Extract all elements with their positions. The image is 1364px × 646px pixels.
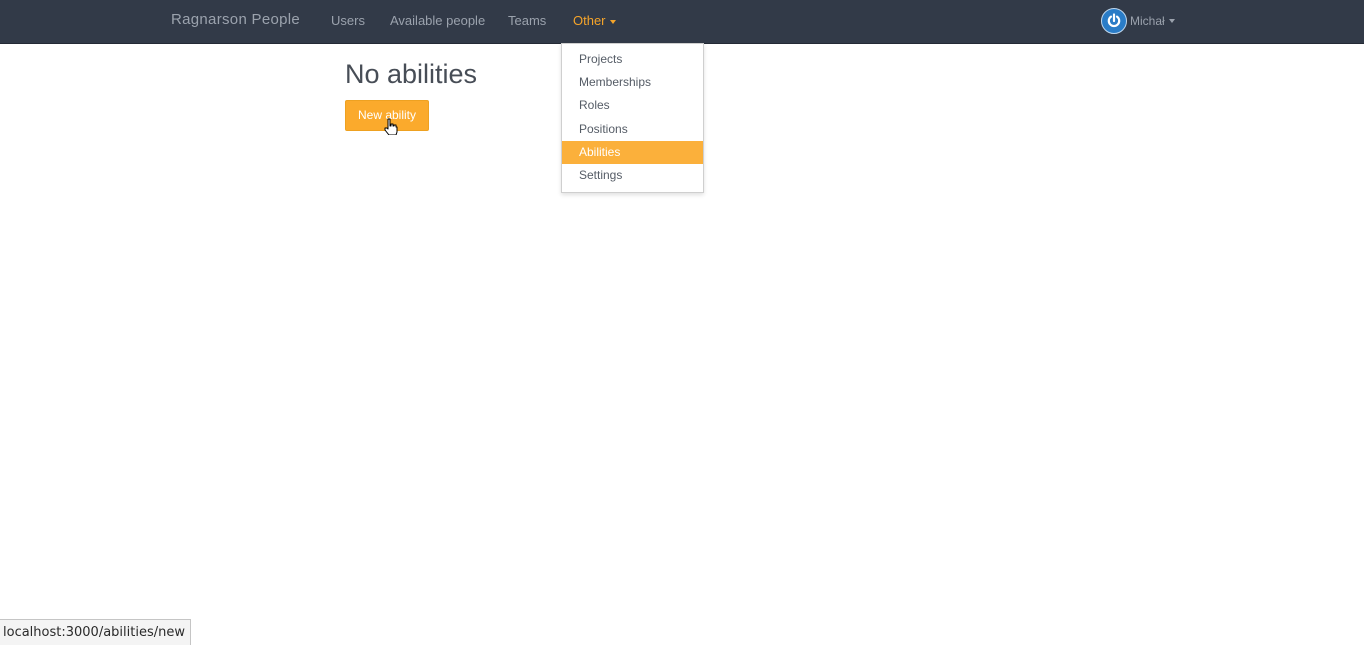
nav-other-label: Other — [573, 13, 606, 28]
chevron-down-icon — [1168, 19, 1175, 23]
hand-pointer-icon — [384, 118, 398, 135]
user-name: Michał — [1130, 14, 1165, 28]
dropdown-item-memberships[interactable]: Memberships — [562, 71, 703, 94]
dropdown-item-settings[interactable]: Settings — [562, 164, 703, 187]
nav-link-users[interactable]: Users — [331, 13, 365, 28]
chevron-down-icon — [609, 19, 616, 24]
dropdown-item-positions[interactable]: Positions — [562, 118, 703, 141]
user-menu[interactable]: Michał — [1101, 7, 1175, 35]
status-bar-url: localhost:3000/abilities/new — [0, 619, 191, 645]
dropdown-item-projects[interactable]: Projects — [562, 48, 703, 71]
nav-dropdown-other[interactable]: Other — [573, 13, 616, 28]
page-title: No abilities — [345, 59, 478, 89]
brand-link[interactable]: Ragnarson People — [171, 11, 300, 28]
nav-link-teams[interactable]: Teams — [508, 13, 546, 28]
nav-link-available-people[interactable]: Available people — [390, 13, 485, 28]
dropdown-item-abilities[interactable]: Abilities — [562, 141, 703, 164]
other-dropdown-menu: Projects Memberships Roles Positions Abi… — [561, 43, 704, 193]
power-icon — [1101, 8, 1127, 34]
top-navbar: Ragnarson People Users Available people … — [0, 0, 1364, 44]
dropdown-item-roles[interactable]: Roles — [562, 94, 703, 117]
